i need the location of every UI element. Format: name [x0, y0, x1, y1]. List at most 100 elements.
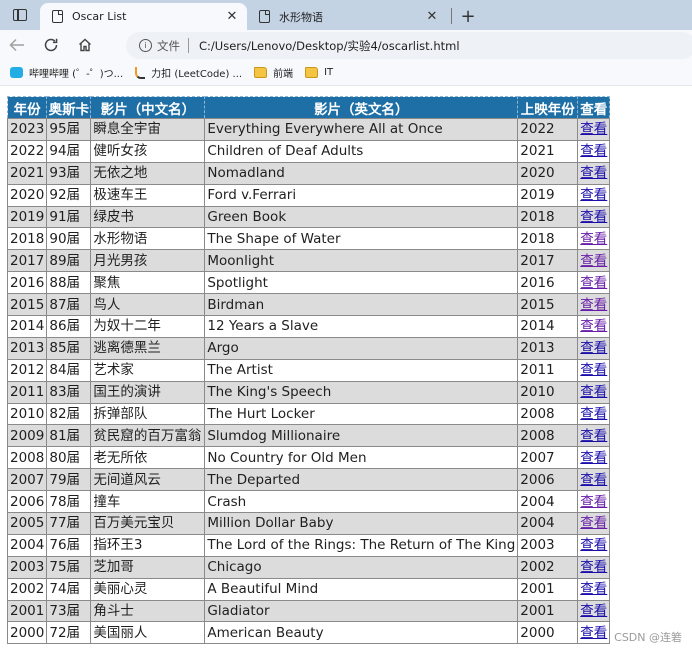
cell-chinese-title: 为奴十二年	[90, 315, 206, 338]
view-link[interactable]: 查看	[580, 472, 607, 488]
cell-oscar-session: 84届	[46, 358, 92, 382]
cell-year: 2003	[6, 555, 48, 579]
info-icon[interactable]: i	[139, 39, 152, 52]
cell-view: 查看	[577, 249, 611, 273]
cell-year: 2001	[6, 599, 48, 623]
view-link[interactable]: 查看	[580, 559, 607, 575]
view-link[interactable]: 查看	[580, 143, 607, 159]
cell-english-title: Spotlight	[204, 271, 519, 295]
tab-oscar-list[interactable]: Oscar List ✕	[40, 3, 247, 30]
tab-shape-of-water[interactable]: 水形物语 ✕	[247, 3, 447, 30]
cell-oscar-session: 87届	[46, 293, 92, 317]
view-link[interactable]: 查看	[580, 450, 607, 466]
navigation-toolbar: i 文件 C:/Users/Lenovo/Desktop/实验4/oscarli…	[0, 30, 692, 60]
cell-view: 查看	[577, 139, 611, 163]
view-link[interactable]: 查看	[580, 428, 607, 444]
view-link[interactable]: 查看	[580, 231, 607, 247]
table-row: 2006 78届 撞车 Crash 2004 查看	[6, 490, 611, 514]
view-link[interactable]: 查看	[580, 581, 607, 597]
view-link[interactable]: 查看	[580, 494, 607, 510]
folder-icon	[305, 67, 319, 78]
cell-english-title: The Hurt Locker	[204, 402, 519, 426]
close-icon[interactable]: ✕	[225, 9, 239, 24]
bilibili-icon	[10, 67, 23, 78]
cell-release-year: 2020	[517, 161, 579, 185]
cell-view: 查看	[577, 161, 611, 185]
new-tab-button[interactable]: +	[458, 3, 478, 30]
page-icon	[259, 10, 270, 23]
bookmark-bilibili[interactable]: 哔哩哔哩 (゜-゜)つ...	[10, 65, 123, 80]
cell-view: 查看	[577, 293, 611, 317]
cell-oscar-session: 82届	[46, 402, 92, 426]
header-release-year: 上映年份	[517, 96, 579, 119]
header-english-title: 影片（英文名）	[204, 96, 519, 119]
cell-english-title: Argo	[204, 336, 519, 360]
view-link[interactable]: 查看	[580, 165, 607, 181]
view-link[interactable]: 查看	[580, 603, 607, 619]
view-link[interactable]: 查看	[580, 253, 607, 269]
cell-oscar-session: 73届	[46, 599, 92, 623]
cell-release-year: 2001	[517, 599, 579, 623]
view-link[interactable]: 查看	[580, 625, 607, 641]
url-text[interactable]: C:/Users/Lenovo/Desktop/实验4/oscarlist.ht…	[199, 38, 460, 54]
cell-english-title: Chicago	[204, 555, 519, 579]
cell-year: 2015	[6, 293, 48, 317]
cell-view: 查看	[577, 183, 611, 207]
table-row: 2011 83届 国王的演讲 The King's Speech 2010 查看	[6, 380, 611, 404]
view-link[interactable]: 查看	[580, 209, 607, 225]
cell-release-year: 2008	[517, 402, 579, 426]
table-row: 2017 89届 月光男孩 Moonlight 2017 查看	[6, 249, 611, 273]
cell-oscar-session: 93届	[46, 161, 92, 185]
address-bar[interactable]: i 文件 C:/Users/Lenovo/Desktop/实验4/oscarli…	[126, 32, 692, 59]
view-link[interactable]: 查看	[580, 406, 607, 422]
cell-release-year: 2011	[517, 358, 579, 382]
cell-view: 查看	[577, 315, 611, 338]
table-header-row: 年份 奥斯卡 影片（中文名） 影片（英文名） 上映年份 查看	[6, 96, 611, 119]
cell-english-title: 12 Years a Slave	[204, 315, 519, 338]
cell-oscar-session: 85届	[46, 336, 92, 360]
cell-english-title: The King's Speech	[204, 380, 519, 404]
cell-chinese-title: 艺术家	[90, 358, 206, 382]
refresh-button[interactable]	[34, 31, 68, 59]
cell-release-year: 2018	[517, 205, 579, 229]
bookmark-leetcode[interactable]: 力扣 (LeetCode) ...	[135, 65, 242, 80]
view-link[interactable]: 查看	[580, 297, 607, 313]
header-year: 年份	[6, 96, 48, 119]
view-link[interactable]: 查看	[580, 121, 607, 137]
cell-english-title: The Artist	[204, 358, 519, 382]
cell-year: 2018	[6, 227, 48, 251]
cell-english-title: The Shape of Water	[204, 227, 519, 251]
cell-view: 查看	[577, 533, 611, 557]
cell-chinese-title: 贫民窟的百万富翁	[90, 424, 206, 448]
table-row: 2000 72届 美国丽人 American Beauty 2000 查看	[6, 621, 611, 645]
bookmark-folder-it[interactable]: IT	[305, 67, 333, 78]
cell-english-title: Crash	[204, 490, 519, 514]
table-row: 2007 79届 无间道风云 The Departed 2006 查看	[6, 468, 611, 492]
bookmark-label: IT	[324, 67, 334, 78]
close-icon[interactable]: ✕	[425, 9, 439, 24]
cell-release-year: 2018	[517, 227, 579, 251]
cell-view: 查看	[577, 402, 611, 426]
cell-year: 2002	[6, 577, 48, 601]
table-row: 2020 92届 极速车王 Ford v.Ferrari 2019 查看	[6, 183, 611, 207]
view-link[interactable]: 查看	[580, 515, 607, 531]
view-link[interactable]: 查看	[580, 384, 607, 400]
home-button[interactable]	[68, 31, 102, 59]
view-link[interactable]: 查看	[580, 275, 607, 291]
cell-chinese-title: 逃离德黑兰	[90, 336, 206, 360]
tab-actions-button[interactable]	[0, 0, 40, 30]
bookmark-label: 哔哩哔哩 (゜-゜)つ...	[29, 69, 124, 80]
tab-divider	[451, 8, 452, 24]
cell-oscar-session: 95届	[46, 118, 92, 141]
back-button[interactable]	[0, 31, 34, 59]
bookmark-folder-frontend[interactable]: 前端	[254, 65, 293, 80]
view-link[interactable]: 查看	[580, 318, 607, 334]
cell-year: 2020	[6, 183, 48, 207]
view-link[interactable]: 查看	[580, 187, 607, 203]
view-link[interactable]: 查看	[580, 537, 607, 553]
tab-title: 水形物语	[279, 10, 323, 24]
view-link[interactable]: 查看	[580, 362, 607, 378]
view-link[interactable]: 查看	[580, 340, 607, 356]
cell-oscar-session: 86届	[46, 315, 92, 338]
cell-release-year: 2013	[517, 336, 579, 360]
